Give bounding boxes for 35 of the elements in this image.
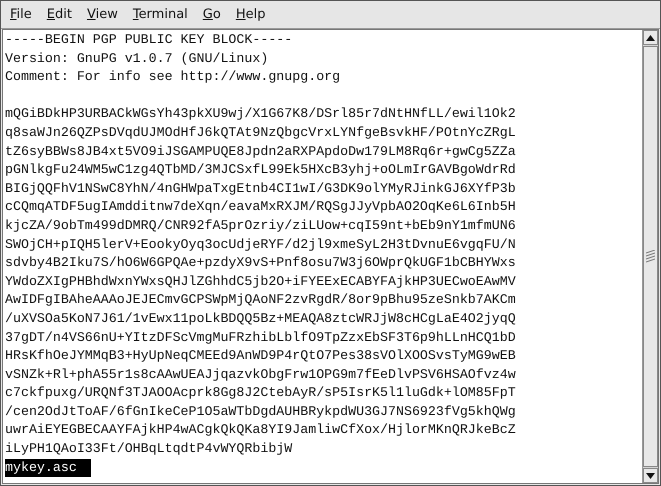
- terminal-line: kjcZA/9obTm499dDMRQ/CNR92fA5prOzriy/ziLUow+cqI59nt+bEb9nY1mfmUN6: [5, 216, 517, 235]
- terminal-line: 37gDT/n4VS66nU+YItzDFScVmgMuFRzhibLblfO9TpZzxEbSF3T6p9hLLnHCQ1bD: [5, 328, 517, 346]
- terminal-line: YWdoZXIgPHBhdWxnYWxsQHJlZGhhdC5jb2O+iFYEExECABYFAjkHP3UECwoEAwMV: [5, 272, 517, 291]
- terminal-line: AwIDFgIBAheAAAoJEJECmvGCPSWpMjQAoNF2zvRgdR/8or9pBhu95zeSnkb7AKCm: [5, 291, 517, 310]
- terminal-line: vSNZk+Rl+phA55r1s8cAAwUEAJjqazvkObgFrw1OPG9m7fEeDlvPSV6HSAOfvz4w: [5, 366, 517, 384]
- scroll-down-button[interactable]: [643, 468, 658, 483]
- down-arrow-icon: [646, 472, 655, 478]
- terminal-line: c7ckfpuxg/URQNf3TJAOOAcprk8Gg8J2CtebAyR/sP5IsrK5l1luGdk+lOM85FpT: [5, 384, 517, 402]
- menu-item[interactable]: Edit: [40, 5, 78, 24]
- terminal-line: uwrAiEYEGBECAAYFAjkHP4wACgkQkQKa8YI9JamliwCfXox/HjlorMKnQRJkeBcZ: [5, 421, 517, 440]
- terminal-line: HRsKfhOeJYMMqB3+HyUpNeqCMEEd9AnWD9P4rQtO7Pes38sVOlXOOSvsTyMG9wEB: [5, 347, 517, 366]
- menu-item[interactable]: File: [4, 5, 38, 24]
- menu-item[interactable]: Help: [230, 5, 272, 24]
- terminal-line: Comment: For info see http://www.gnupg.org: [5, 68, 342, 86]
- menu-item[interactable]: Terminal: [126, 5, 194, 24]
- terminal-line: sdvby4B2Iku7S/hO6W6GPQAe+pzdyX9vS+Pnf8osu7W3j6OWprQkUGF1bCBHYWxs: [5, 254, 517, 272]
- scroll-up-button[interactable]: [643, 30, 658, 45]
- grip-icon: [646, 250, 655, 264]
- terminal-line: mQGiBDkHP3URBACkWGsYh43pkXU9wj/X1G67K8/DSrl85r7dNtHNfLL/ewil1Ok2: [5, 105, 517, 124]
- terminal-line: -----BEGIN PGP PUBLIC KEY BLOCK-----: [5, 31, 294, 49]
- terminal-line: Version: GnuPG v1.0.7 (GNU/Linux): [5, 50, 270, 68]
- up-arrow-icon: [646, 34, 655, 40]
- terminal-line: q8saWJn26QZPsDVqdUJMOdHfJ6kQTAt9NzQbgcVrxLYNfgeBsvkHF/POtnYcZRgL: [5, 124, 517, 142]
- terminal-line: tZ6syBBWs8JB4xt5VO9iJSGAMPUQE8Jpdn2aRXPApdoDw179LM8Rq6r+gwCg5ZZa: [5, 142, 517, 161]
- terminal-line: /cen2OdJtToAF/6fGnIkeCeP1O5aWTbDgdAUHBRykpdWU3GJ7NS6923fVg5khQWg: [5, 402, 517, 421]
- terminal-line: cCQmqATDF5ugIAmdditnw7deXqn/eavaMxRXJM/RQSgJJyVpbAO2OqKe6L6Inb5H: [5, 198, 517, 216]
- terminal-line: /uXVSOa5KoN7J61/1vEwx11poLkBDQQ5Bz+MEAQA8ztcWRJjW8cHCgLaE4O2jyqQ: [5, 310, 517, 328]
- menu-item[interactable]: Go: [196, 5, 227, 24]
- scrollbar-thumb[interactable]: [643, 46, 658, 467]
- terminal-line: SWOjCH+pIQH5lerV+EookyOyq3ocUdjeRYF/d2jl9xmeSyL2H3tDvnuE6vgqFU/N: [5, 236, 517, 254]
- highlighted-filename: mykey.asc: [5, 458, 91, 478]
- terminal-line: BIGjQQFhV1NSwC8YhN/4nGHWpaTxgEtnb4CI1wI/G3DK9olYMyRJinkGJ6XYfP3b: [5, 180, 517, 198]
- terminal-line: iLyPH1QAoI33Ft/OHBqLtqdtP4vWYQRbibjW: [5, 440, 294, 458]
- terminal-line: pGNlkgFu24WM5wC1zg4QTbMD/3MJCSxfL99Ek5HXcB3yhj+oOLmIrGAVBgoWdrRd: [5, 161, 517, 180]
- menu-item[interactable]: View: [80, 5, 124, 24]
